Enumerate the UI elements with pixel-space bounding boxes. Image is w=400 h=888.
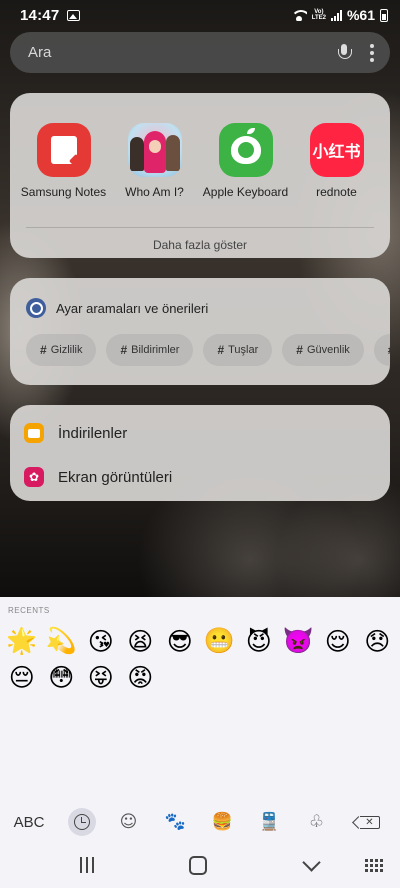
navigation-bar xyxy=(0,842,400,888)
wifi-icon xyxy=(290,9,307,21)
folder-screenshots[interactable]: ✿ Ekran görüntüleri xyxy=(10,455,390,499)
gallery-notification-icon xyxy=(67,9,81,21)
backspace-icon: ✕ xyxy=(360,815,380,829)
app-label: Apple Keyboard xyxy=(202,185,289,199)
chip-tuslar[interactable]: # Tuşlar xyxy=(203,334,273,366)
chip-guvenlik[interactable]: # Güvenlik xyxy=(282,334,364,366)
apple-keyboard-icon xyxy=(218,123,273,177)
emoji-key[interactable]: 👿 xyxy=(279,623,319,659)
folder-icon xyxy=(24,423,44,443)
rednote-icon: 小红书 xyxy=(309,123,364,177)
hide-keyboard-button[interactable] xyxy=(300,854,322,876)
symbols-icon[interactable]: ♧ xyxy=(293,806,340,838)
abc-button[interactable]: ABC xyxy=(0,814,58,831)
battery-icon xyxy=(380,8,388,22)
app-who-am-i[interactable]: Who Am I? xyxy=(109,123,200,199)
signal-icon xyxy=(330,9,342,21)
folder-label: Ekran görüntüleri xyxy=(58,468,173,486)
emoji-key[interactable]: 😞 xyxy=(358,623,398,659)
status-icons: Vo) LTE2 %61 xyxy=(290,7,388,23)
emoji-key[interactable]: 😔 xyxy=(2,659,42,695)
app-label: Who Am I? xyxy=(125,185,184,199)
settings-header[interactable]: Ayar aramaları ve önerileri xyxy=(10,278,390,318)
status-time: 14:47 xyxy=(20,6,60,24)
recents-label: RECENTS xyxy=(8,606,50,615)
search-bar[interactable]: Ara xyxy=(10,32,390,73)
show-more-button[interactable]: Daha fazla göster xyxy=(10,238,390,252)
emoji-key[interactable]: 😘 xyxy=(81,623,121,659)
keyboard-switch-icon[interactable] xyxy=(364,854,384,876)
chip-gizlilik[interactable]: # Gizlilik xyxy=(26,334,97,366)
emoji-toolbar: ABC ☺ 🐾 🍔 🚆 ♧ ✕ xyxy=(0,806,400,838)
battery-percentage: %61 xyxy=(346,7,375,23)
folder-downloads[interactable]: İndirilenler xyxy=(10,411,390,455)
settings-chips: # Gizlilik # Bildirimler # Tuşlar # Güvenlik… xyxy=(10,318,390,366)
app-label: Samsung Notes xyxy=(20,185,107,199)
gear-icon xyxy=(26,298,46,318)
more-options-icon[interactable] xyxy=(370,43,374,62)
apps-suggestion-card: Samsung Notes Who Am I? Apple Keyboard 小… xyxy=(10,93,390,258)
paw-icon[interactable]: 🐾 xyxy=(152,806,199,838)
delete-button[interactable]: ✕ xyxy=(340,815,400,829)
emoji-key[interactable]: 🌟 xyxy=(2,623,42,659)
settings-suggestions-card: Ayar aramaları ve önerileri # Gizlilik # B… xyxy=(10,278,390,385)
emoji-key[interactable]: 😎 xyxy=(160,623,200,659)
home-button[interactable] xyxy=(189,854,207,876)
status-bar: 14:47 Vo) LTE2 %61 xyxy=(0,0,400,30)
emoji-key[interactable]: 😫 xyxy=(121,623,161,659)
emoji-key[interactable]: 😈 xyxy=(239,623,279,659)
recents-tab[interactable] xyxy=(58,806,105,838)
who-am-i-icon xyxy=(127,123,182,177)
chip-bildirimler[interactable]: # Bildirimler xyxy=(106,334,194,366)
app-samsung-notes[interactable]: Samsung Notes xyxy=(18,123,109,199)
folder-label: İndirilenler xyxy=(58,424,128,442)
lte-indicator: Vo) LTE2 xyxy=(311,9,326,21)
emoji-key[interactable]: 😳 xyxy=(42,659,82,695)
search-input[interactable]: Ara xyxy=(28,44,338,61)
emoji-key[interactable]: 💫 xyxy=(42,623,82,659)
divider xyxy=(26,227,374,228)
samsung-notes-icon xyxy=(36,123,91,177)
app-rednote[interactable]: 小红书 rednote xyxy=(291,123,382,199)
settings-title: Ayar aramaları ve önerileri xyxy=(56,300,209,316)
flower-icon: ✿ xyxy=(24,467,44,487)
recent-apps-button[interactable] xyxy=(76,854,98,876)
emoji-key[interactable]: 😝 xyxy=(81,659,121,695)
apps-row: Samsung Notes Who Am I? Apple Keyboard 小… xyxy=(10,93,390,199)
food-icon[interactable]: 🍔 xyxy=(199,806,246,838)
emoji-key[interactable]: 😌 xyxy=(318,623,358,659)
emoji-key[interactable]: 😬 xyxy=(200,623,240,659)
transport-icon[interactable]: 🚆 xyxy=(246,806,293,838)
folders-card: İndirilenler ✿ Ekran görüntüleri xyxy=(10,405,390,501)
clock-icon xyxy=(73,814,90,830)
app-label: rednote xyxy=(316,185,357,199)
emoji-grid: 🌟 💫 😘 😫 😎 😬 😈 👿 😌 😞 😔 😳 😝 😡 xyxy=(2,623,398,695)
app-apple-keyboard[interactable]: Apple Keyboard xyxy=(200,123,291,199)
emoji-key[interactable]: 😡 xyxy=(121,659,161,695)
chip-partial[interactable]: # xyxy=(373,334,390,366)
microphone-icon[interactable] xyxy=(338,43,352,62)
smiley-icon[interactable]: ☺ xyxy=(105,806,152,838)
